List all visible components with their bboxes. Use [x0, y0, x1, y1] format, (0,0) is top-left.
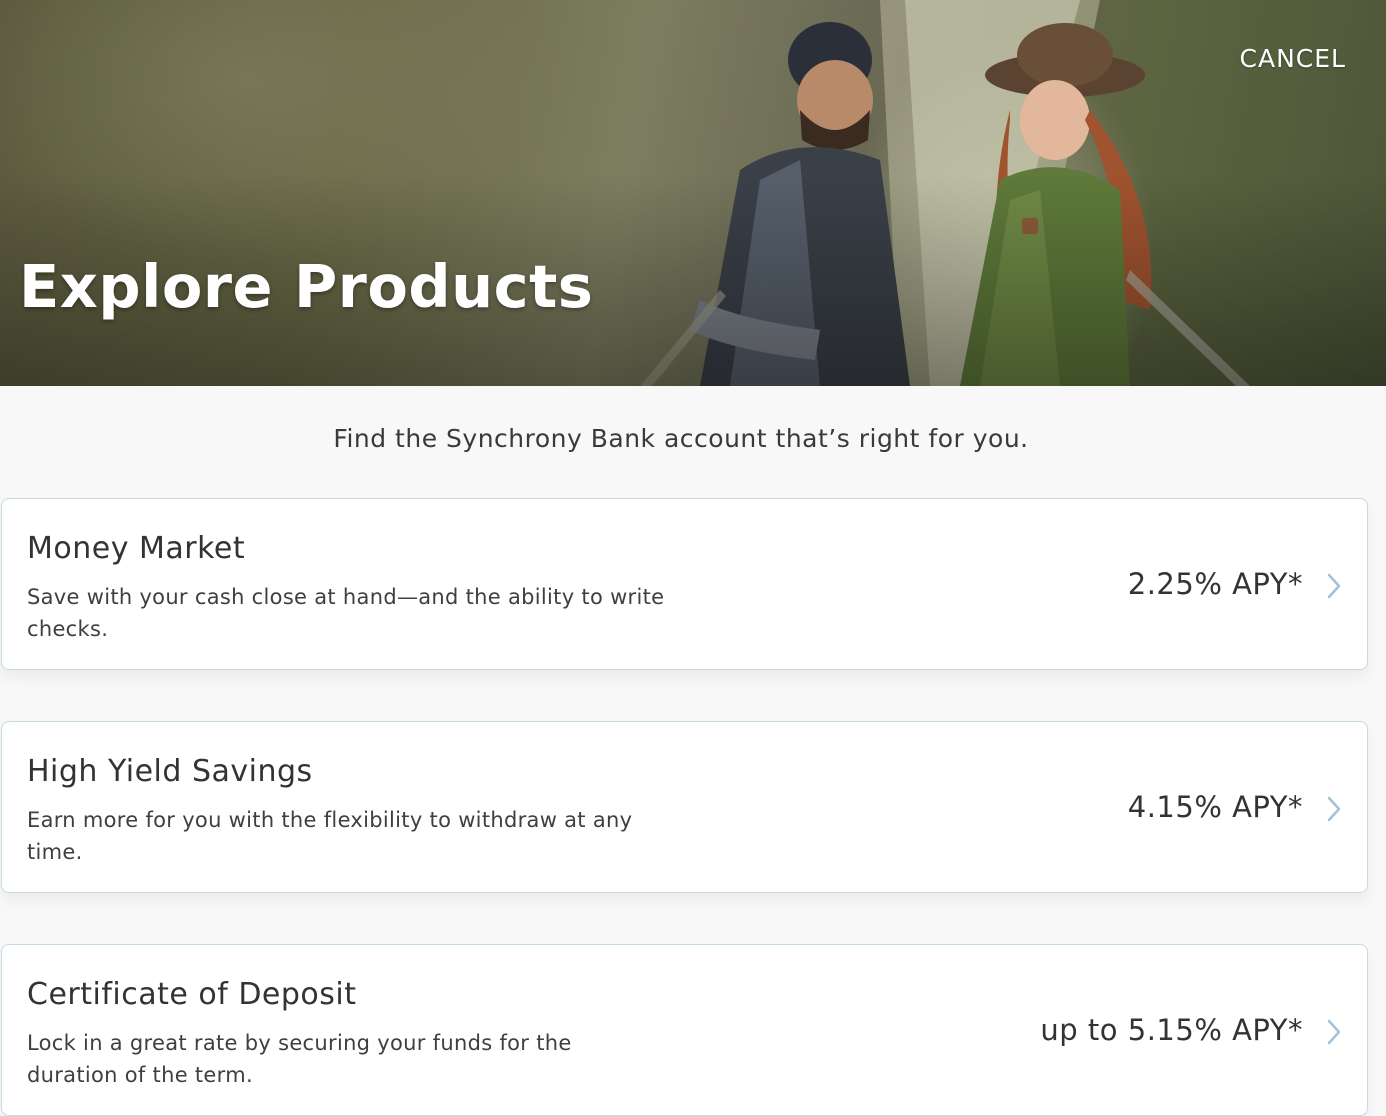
chevron-right-icon [1327, 573, 1341, 599]
product-card-high-yield-savings[interactable]: High Yield Savings Earn more for you wit… [1, 721, 1368, 893]
product-card-certificate-of-deposit[interactable]: Certificate of Deposit Lock in a great r… [1, 944, 1368, 1116]
product-description: Save with your cash close at hand—and th… [27, 585, 665, 641]
page-title: Explore Products [19, 252, 594, 321]
product-description: Lock in a great rate by securing your fu… [27, 1031, 572, 1087]
chevron-right-icon [1327, 1019, 1341, 1045]
product-card-money-market[interactable]: Money Market Save with your cash close a… [1, 498, 1368, 670]
chevron-right-icon [1327, 796, 1341, 822]
hero-shade [0, 0, 1386, 386]
product-title: Money Market [27, 531, 246, 566]
product-rate: up to 5.15% APY* [1040, 1013, 1303, 1047]
product-rate: 4.15% APY* [1127, 790, 1303, 824]
product-rate: 2.25% APY* [1127, 567, 1303, 601]
product-title: High Yield Savings [27, 754, 313, 789]
hero-banner: CANCEL Explore Products [0, 0, 1386, 386]
intro-text: Find the Synchrony Bank account that’s r… [333, 424, 1029, 453]
product-description: Earn more for you with the flexibility t… [27, 808, 633, 864]
product-title: Certificate of Deposit [27, 977, 357, 1012]
cancel-button[interactable]: CANCEL [1240, 44, 1346, 73]
